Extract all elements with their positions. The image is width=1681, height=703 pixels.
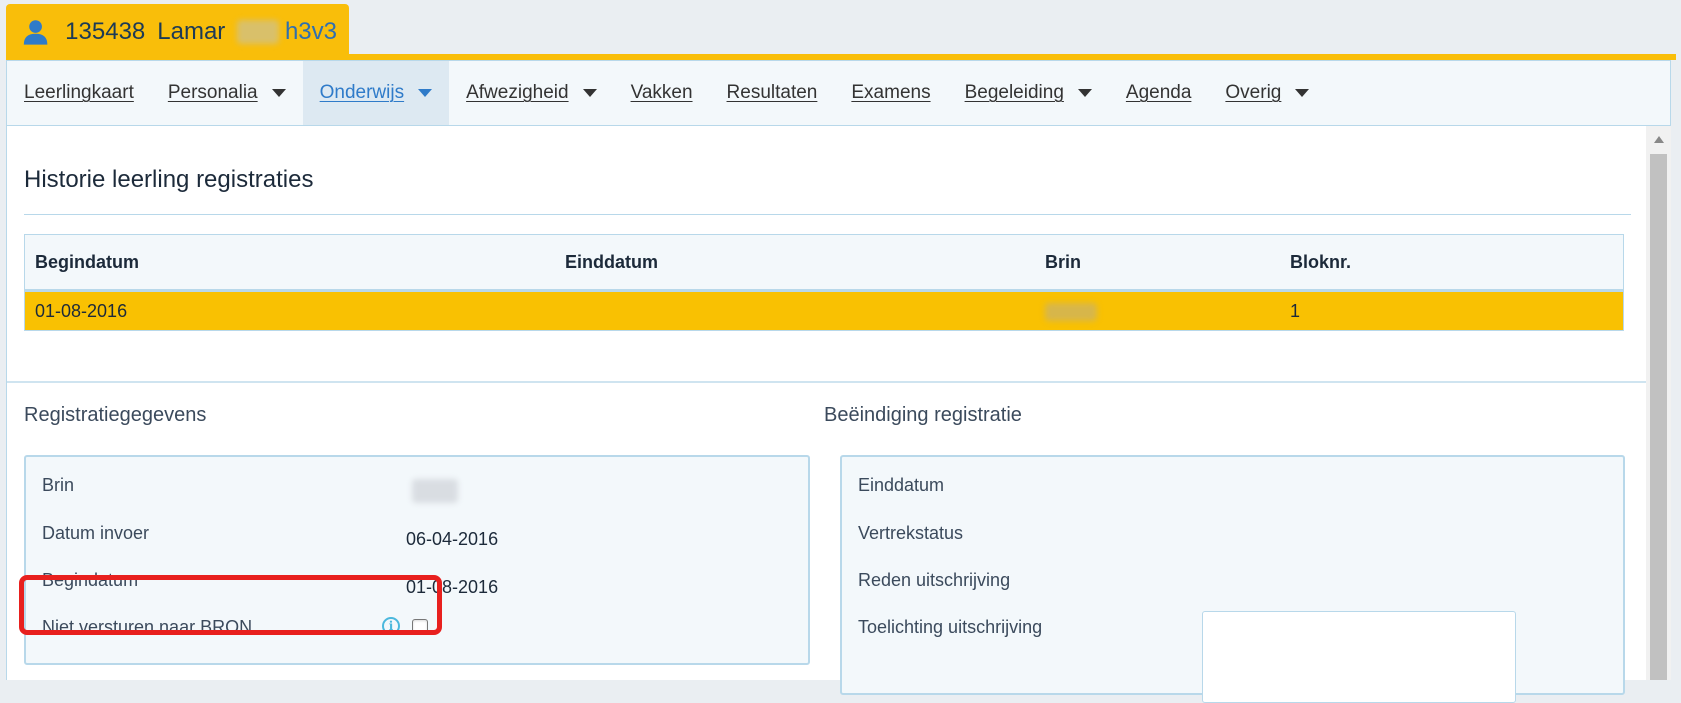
nav-label: Leerlingkaart <box>24 82 134 103</box>
column-header[interactable]: Einddatum <box>555 234 1035 292</box>
caret-down-icon <box>271 89 286 97</box>
toelichting-textarea[interactable] <box>1202 611 1516 703</box>
user-icon <box>23 20 48 45</box>
nav-leerlingkaart[interactable]: Leerlingkaart <box>7 61 151 125</box>
datum-invoer-label: Datum invoer <box>42 523 150 543</box>
toelichting-label: Toelichting uitschrijving <box>858 617 1043 637</box>
nav-label: Personalia <box>167 82 258 103</box>
nav-resultaten[interactable]: Resultaten <box>710 61 835 125</box>
section-divider <box>7 381 1647 383</box>
brin-label: Brin <box>42 475 75 495</box>
nav-personalia[interactable]: Personalia <box>151 61 303 125</box>
scroll-thumb[interactable] <box>1650 154 1667 680</box>
cell-bloknr: 1 <box>1280 290 1624 331</box>
nav-examens[interactable]: Examens <box>834 61 947 125</box>
nav-label: Examens <box>851 82 931 103</box>
caret-down-icon <box>418 89 433 97</box>
column-header[interactable]: Brin <box>1035 234 1280 292</box>
nav-begeleiding[interactable]: Begeleiding <box>948 61 1109 125</box>
nav-label: Resultaten <box>726 82 818 103</box>
caret-down-icon <box>582 89 597 97</box>
table-header-row: Begindatum Einddatum Brin Bloknr. <box>24 234 1624 292</box>
table-row[interactable]: 01-08-2016 1 <box>24 290 1624 331</box>
redacted-brin-value <box>412 479 458 503</box>
main-nav: Leerlingkaart Personalia Onderwijs Afwez… <box>6 60 1671 126</box>
highlight-annotation <box>19 575 442 635</box>
column-header[interactable]: Begindatum <box>24 234 555 292</box>
nav-agenda[interactable]: Agenda <box>1109 61 1209 125</box>
caret-down-icon <box>1295 89 1310 97</box>
vertrekstatus-label: Vertrekstatus <box>858 523 964 543</box>
ending-panel: Einddatum Vertrekstatus Reden uitschrijv… <box>840 455 1625 703</box>
title-divider <box>24 214 1631 215</box>
nav-label: Begeleiding <box>964 82 1064 103</box>
scroll-up-arrow-icon[interactable] <box>1654 136 1664 143</box>
nav-label: Afwezigheid <box>466 82 569 103</box>
datum-invoer-value: 06-04-2016 <box>406 529 499 549</box>
einddatum-label: Einddatum <box>858 475 945 495</box>
column-header[interactable]: Bloknr. <box>1280 234 1624 292</box>
nav-overig[interactable]: Overig <box>1208 61 1326 125</box>
cell-einddatum <box>555 290 1035 331</box>
nav-label: Vakken <box>630 82 693 103</box>
cell-brin <box>1035 290 1280 331</box>
nav-label: Agenda <box>1125 82 1192 103</box>
student-class-code: h3v3 <box>284 18 337 45</box>
nav-label: Overig <box>1225 82 1282 103</box>
history-table: Begindatum Einddatum Brin Bloknr. 01-08-… <box>24 234 1624 331</box>
student-id: 135438 <box>65 18 146 45</box>
redacted-brin <box>1045 302 1097 321</box>
caret-down-icon <box>1077 89 1092 97</box>
page-title: Historie leerling registraties <box>24 166 314 193</box>
nav-vakken[interactable]: Vakken <box>614 61 710 125</box>
student-header-tab: 135438 Lamar h3v3 <box>6 4 349 60</box>
registration-title: Registratiegegevens <box>24 404 207 426</box>
nav-onderwijs[interactable]: Onderwijs <box>302 61 450 125</box>
reden-label: Reden uitschrijving <box>858 570 1011 590</box>
nav-label: Onderwijs <box>319 82 405 103</box>
nav-afwezigheid[interactable]: Afwezigheid <box>449 61 613 125</box>
vertical-scrollbar[interactable] <box>1646 126 1671 680</box>
redacted-last-name <box>237 20 279 44</box>
ending-title: Beëindiging registratie <box>824 404 1022 426</box>
cell-begindatum: 01-08-2016 <box>24 290 555 331</box>
student-first-name: Lamar <box>157 18 226 45</box>
